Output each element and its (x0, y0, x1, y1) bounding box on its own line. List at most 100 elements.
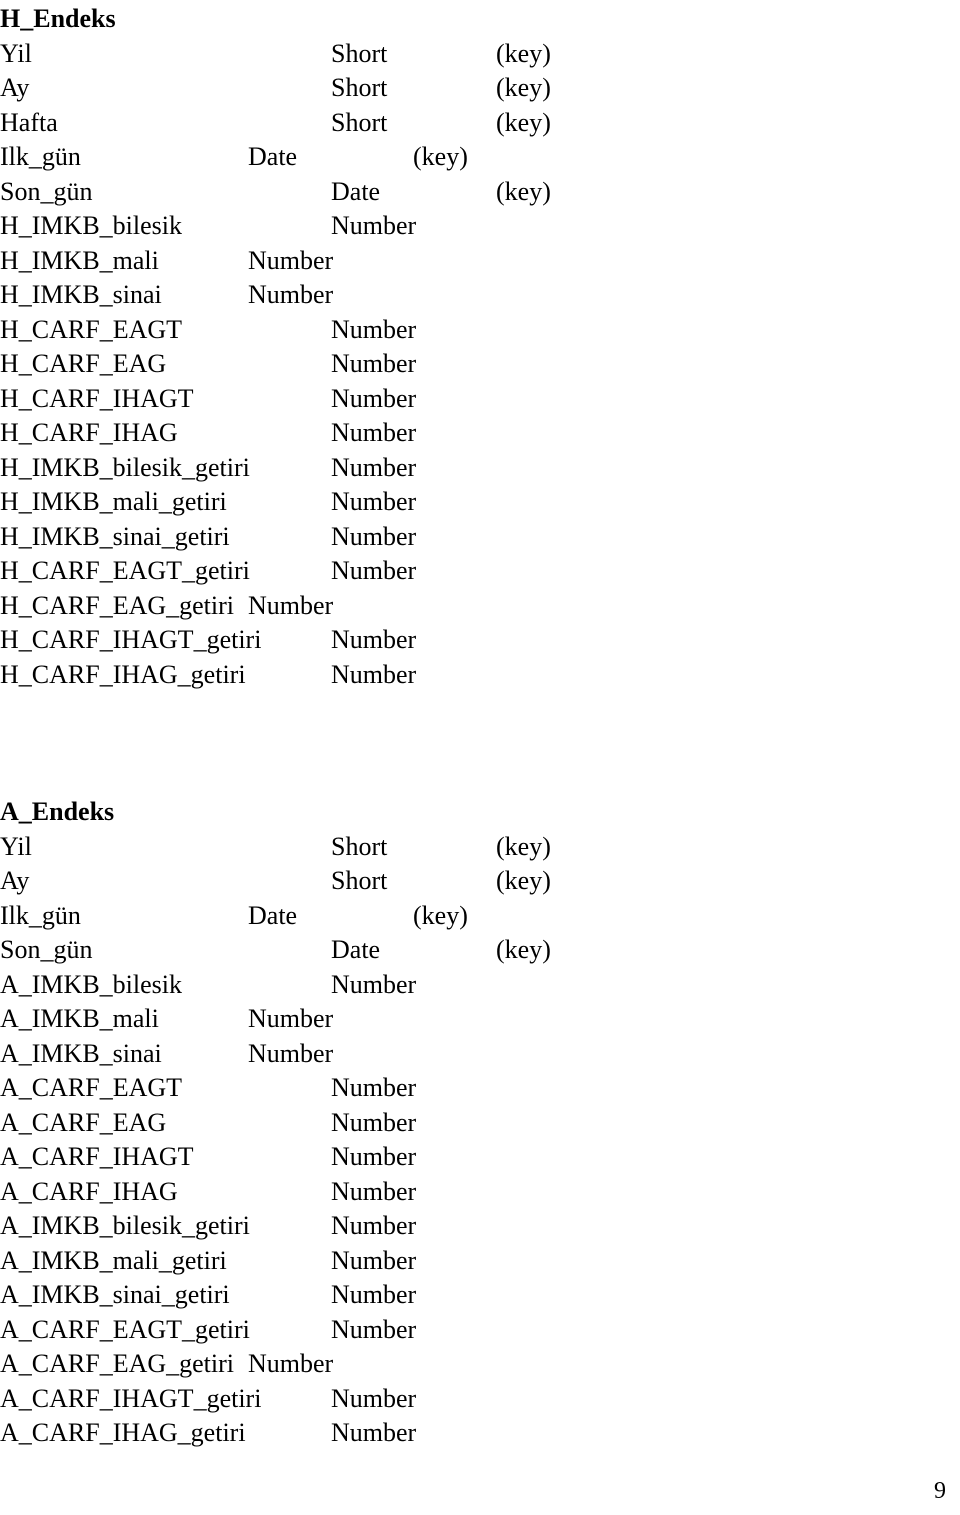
field-name: H_IMKB_bilesik (0, 211, 182, 240)
field-row: A_CARF_IHAG_getiri Number (0, 1416, 960, 1451)
field-name: A_CARF_EAG (0, 1107, 167, 1137)
field-type: Number (331, 418, 417, 447)
section-heading: A_Endeks (0, 797, 115, 826)
field-name: Ay (0, 73, 30, 102)
field-key-marker: (key) (496, 107, 551, 137)
field-type: Number (331, 314, 417, 344)
field-row: A_IMKB_sinai Number (0, 1037, 960, 1072)
field-name: Yil (0, 831, 32, 861)
field-type: Short (331, 866, 388, 895)
field-type: Number (331, 1073, 417, 1102)
field-name: A_IMKB_sinai_getiri (0, 1280, 230, 1309)
field-row: A_CARF_IHAGT Number (0, 1140, 960, 1175)
field-name: Ay (0, 866, 30, 895)
field-row: H_CARF_IHAG Number (0, 416, 960, 451)
field-row: A_CARF_EAG Number (0, 1106, 960, 1141)
field-type: Number (331, 349, 417, 378)
field-row: A_CARF_IHAGT_getiri Number (0, 1382, 960, 1417)
field-type: Number (331, 625, 417, 654)
field-name: Yil (0, 38, 32, 68)
field-name: Hafta (0, 107, 58, 137)
field-type: Number (331, 1107, 417, 1137)
field-row: Ilk_gün Date (key) (0, 899, 960, 934)
field-row: Ay Short (key) (0, 864, 960, 899)
field-name: A_IMKB_mali_getiri (0, 1245, 227, 1275)
field-type: Date (331, 176, 381, 206)
field-row: A_CARF_EAGT_getiri Number (0, 1313, 960, 1348)
field-type: Date (331, 935, 381, 964)
field-type: Number (331, 383, 417, 413)
field-row: A_IMKB_sinai_getiri Number (0, 1278, 960, 1313)
field-type: Short (331, 831, 388, 861)
field-row: Son_gün Date (key) (0, 933, 960, 968)
field-type: Short (331, 38, 388, 68)
field-row: H_IMKB_sinai_getiri Number (0, 520, 960, 555)
field-key-marker: (key) (413, 142, 468, 171)
table-definition-section: H_Endeks Yil Short (key) Ay Short (key) Hafta Sh… (0, 2, 960, 692)
field-name: H_IMKB_sinai_getiri (0, 521, 230, 551)
field-type: Number (331, 1280, 417, 1309)
field-type: Number (331, 211, 417, 240)
field-name: Son_gün (0, 176, 93, 206)
section-heading: H_Endeks (0, 4, 116, 33)
field-row: Ay Short (key) (0, 71, 960, 106)
field-type: Number (331, 452, 417, 482)
field-row: A_CARF_EAG_getiri Number (0, 1347, 960, 1382)
field-row: Ilk_gün Date (key) (0, 140, 960, 175)
field-type: Number (331, 659, 417, 689)
field-name: A_IMKB_bilesik (0, 969, 182, 999)
field-type: Date (248, 142, 298, 171)
field-name: H_CARF_IHAGT_getiri (0, 625, 262, 654)
field-type: Number (331, 1176, 417, 1206)
field-key-marker: (key) (496, 866, 551, 895)
field-key-marker: (key) (496, 73, 551, 102)
field-type: Number (248, 590, 334, 620)
field-type: Number (331, 969, 417, 999)
field-name: A_CARF_EAGT_getiri (0, 1314, 250, 1344)
field-key-marker: (key) (496, 831, 551, 861)
field-name: A_CARF_EAGT (0, 1073, 183, 1102)
field-row: A_CARF_EAGT Number (0, 1071, 960, 1106)
field-row: Yil Short (key) (0, 830, 960, 865)
field-row: H_CARF_EAG_getiri Number (0, 589, 960, 624)
field-name: A_IMKB_mali (0, 1004, 159, 1033)
field-name: A_CARF_IHAGT (0, 1142, 194, 1171)
field-row: A_CARF_IHAG Number (0, 1175, 960, 1210)
field-type: Short (331, 73, 388, 102)
field-type: Short (331, 107, 388, 137)
field-name: H_IMKB_sinai (0, 280, 162, 309)
field-key-marker: (key) (496, 176, 551, 206)
field-name: A_IMKB_bilesik_getiri (0, 1211, 250, 1240)
field-type: Number (248, 1038, 334, 1068)
table-definition-section: A_Endeks Yil Short (key) Ay Short (key) Ilk_gün… (0, 795, 960, 1451)
field-row: A_IMKB_bilesik Number (0, 968, 960, 1003)
field-type: Number (248, 280, 334, 309)
field-type: Number (331, 1383, 417, 1413)
field-name: A_CARF_IHAG (0, 1176, 178, 1206)
field-key-marker: (key) (413, 900, 468, 930)
field-name: H_CARF_EAGT_getiri (0, 556, 250, 585)
field-type: Number (331, 521, 417, 551)
field-row: H_IMKB_bilesik_getiri Number (0, 451, 960, 486)
field-type: Number (331, 1245, 417, 1275)
field-row: Son_gün Date (key) (0, 175, 960, 210)
page-number: 9 (934, 1478, 946, 1504)
field-type: Number (331, 1418, 417, 1447)
field-row: A_IMKB_bilesik_getiri Number (0, 1209, 960, 1244)
field-name: A_IMKB_sinai (0, 1038, 162, 1068)
field-key-marker: (key) (496, 38, 551, 68)
field-name: H_CARF_EAGT (0, 314, 183, 344)
field-name: H_IMKB_mali_getiri (0, 487, 227, 516)
field-type: Number (248, 1349, 334, 1378)
field-name: H_CARF_IHAG (0, 418, 178, 447)
field-name: Son_gün (0, 935, 93, 964)
field-name: H_IMKB_bilesik_getiri (0, 452, 250, 482)
field-name: Ilk_gün (0, 142, 81, 171)
document-page: H_Endeks Yil Short (key) Ay Short (key) Hafta Sh… (0, 0, 960, 1515)
field-name: H_CARF_EAG (0, 349, 167, 378)
field-type: Number (331, 556, 417, 585)
field-row: H_CARF_EAGT Number (0, 313, 960, 348)
field-type: Number (331, 1211, 417, 1240)
field-type: Number (248, 245, 334, 275)
field-type: Date (248, 900, 298, 930)
